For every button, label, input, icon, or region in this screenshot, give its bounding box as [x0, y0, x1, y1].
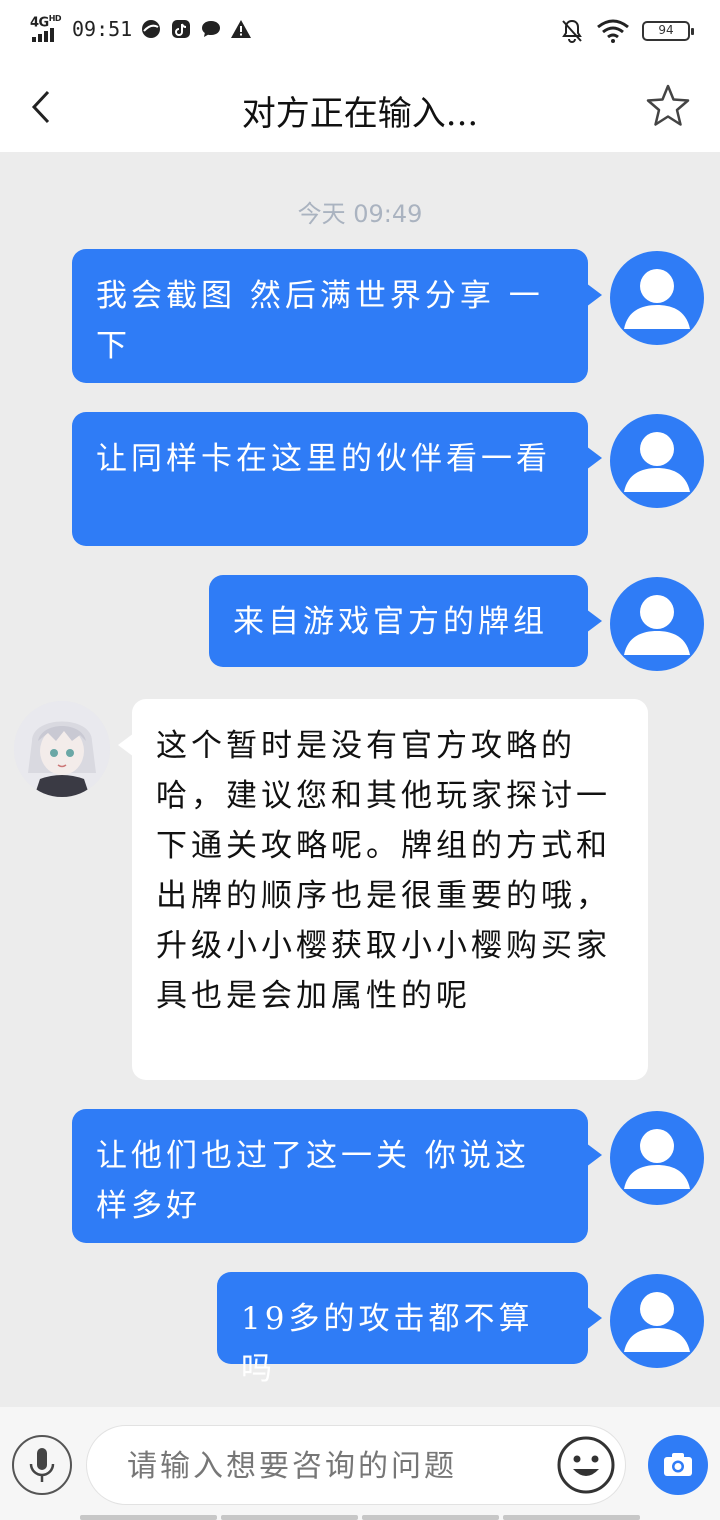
agent-avatar[interactable] — [14, 701, 110, 797]
user-avatar[interactable] — [610, 414, 704, 508]
person-icon — [624, 1129, 690, 1189]
wifi-icon — [597, 19, 629, 43]
user-avatar[interactable] — [610, 577, 704, 671]
outgoing-message-bubble[interactable]: 我会截图 然后满世界分享 一下 — [72, 249, 602, 383]
message-text: 19多的攻击都不算吗 — [241, 1301, 534, 1387]
outgoing-message-bubble[interactable]: 让同样卡在这里的伙伴看一看 — [72, 412, 602, 546]
outgoing-message-bubble[interactable]: 让他们也过了这一关 你说这样多好 — [72, 1109, 602, 1243]
message-text: 这个暂时是没有官方攻略的哈，建议您和其他玩家探讨一下通关攻略呢。牌组的方式和出牌… — [156, 728, 611, 1014]
warning-icon — [231, 20, 252, 38]
camera-button[interactable] — [648, 1435, 708, 1495]
message-icon — [202, 21, 221, 37]
outgoing-message-bubble[interactable]: 来自游戏官方的牌组 — [209, 575, 602, 667]
chat-header: 对方正在输入... — [0, 62, 720, 152]
message-text: 我会截图 然后满世界分享 一下 — [96, 278, 544, 364]
outgoing-message-bubble[interactable]: 19多的攻击都不算吗 — [217, 1272, 602, 1387]
mute-bell-icon — [562, 19, 582, 43]
message-input[interactable] — [127, 1442, 547, 1490]
microphone-icon — [29, 1448, 55, 1482]
message-input-field[interactable] — [86, 1425, 626, 1505]
browser-icon — [142, 20, 161, 38]
voice-input-button[interactable] — [12, 1435, 72, 1495]
user-avatar[interactable] — [610, 251, 704, 345]
tiktok-icon — [172, 20, 191, 38]
scroll-indicator — [80, 1515, 640, 1520]
chat-area[interactable]: 今天 09:49 我会截图 然后满世界分享 一下 让同样卡在这里的伙伴看一看 来… — [0, 152, 720, 1407]
message-text: 来自游戏官方的牌组 — [233, 604, 548, 640]
signal-icon: 4GHD — [30, 14, 62, 42]
star-outline-icon[interactable] — [644, 82, 692, 130]
smiley-icon[interactable] — [556, 1435, 616, 1495]
page-title: 对方正在输入... — [241, 94, 479, 134]
network-sup: HD — [48, 14, 62, 23]
status-time: 09:51 — [72, 17, 133, 41]
camera-icon — [664, 1453, 692, 1476]
person-icon — [624, 269, 690, 329]
person-icon — [624, 595, 690, 655]
anime-character-avatar-icon — [14, 701, 110, 797]
message-text: 让同样卡在这里的伙伴看一看 — [96, 441, 551, 477]
message-text: 让他们也过了这一关 你说这样多好 — [96, 1138, 530, 1224]
battery-level: 94 — [658, 23, 674, 37]
user-avatar[interactable] — [610, 1111, 704, 1205]
user-avatar[interactable] — [610, 1274, 704, 1368]
battery-indicator: 94 — [642, 21, 694, 41]
message-input-bar — [0, 1407, 720, 1520]
chat-timestamp: 今天 09:49 — [297, 200, 423, 228]
incoming-message-bubble[interactable]: 这个暂时是没有官方攻略的哈，建议您和其他玩家探讨一下通关攻略呢。牌组的方式和出牌… — [118, 699, 648, 1080]
person-icon — [624, 432, 690, 492]
status-bar: 4GHD 09:51 94 — [0, 0, 720, 62]
person-icon — [624, 1292, 690, 1352]
